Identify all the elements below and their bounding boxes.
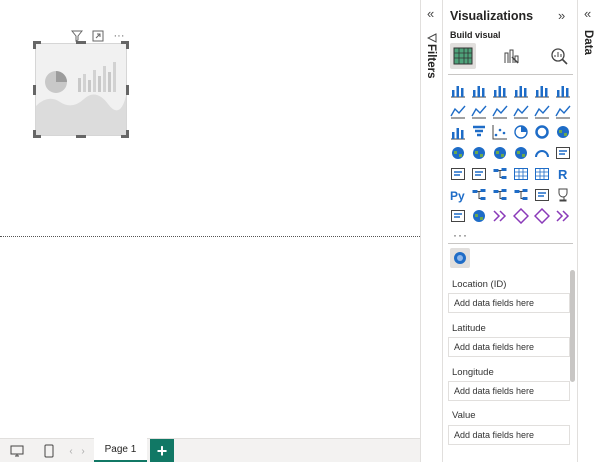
- selected-visual-icon[interactable]: [450, 248, 470, 268]
- stacked-bar-chart-icon[interactable]: [450, 82, 466, 98]
- svg-text:R: R: [558, 167, 568, 182]
- filled-map-icon[interactable]: [471, 145, 487, 161]
- power-apps-icon[interactable]: [492, 208, 508, 224]
- well-label-value: Value: [452, 410, 476, 421]
- slicer-icon[interactable]: [492, 166, 508, 182]
- more-visuals-icon[interactable]: ···: [453, 228, 468, 242]
- map-bubble-icon: [454, 252, 466, 264]
- ribbon-chart-icon[interactable]: [555, 103, 571, 119]
- card-icon[interactable]: [555, 145, 571, 161]
- stacked-area-chart-icon[interactable]: [492, 103, 508, 119]
- funnel-chart-icon[interactable]: [471, 124, 487, 140]
- build-visual-tab[interactable]: [450, 43, 476, 69]
- goals-trophy-icon[interactable]: [555, 187, 571, 203]
- format-visual-tab[interactable]: [498, 43, 524, 69]
- stacked-column-chart-icon[interactable]: [471, 82, 487, 98]
- visual-placeholder-graphic: [36, 62, 126, 135]
- svg-text:Py: Py: [450, 189, 465, 203]
- map-visual-placeholder[interactable]: [33, 41, 129, 138]
- page-boundary: [0, 236, 420, 237]
- paintbrush-chart-icon: [504, 49, 519, 64]
- add-page-button[interactable]: +: [150, 439, 174, 462]
- matrix-icon[interactable]: [534, 166, 550, 182]
- 100-stacked-column-chart-icon[interactable]: [555, 82, 571, 98]
- next-page-icon[interactable]: ›: [74, 442, 92, 460]
- pane-mode-tabs: [450, 43, 570, 69]
- shape-map-icon[interactable]: [492, 145, 508, 161]
- 100-stacked-bar-chart-icon[interactable]: [534, 82, 550, 98]
- treemap-icon[interactable]: [555, 124, 571, 140]
- page-navigation-bar: ‹ › Page 1 +: [0, 438, 420, 462]
- report-canvas[interactable]: ···: [0, 0, 420, 438]
- smart-narrative-icon[interactable]: [534, 187, 550, 203]
- qa-visual-icon[interactable]: [513, 187, 529, 203]
- well-label-longitude: Longitude: [452, 367, 494, 378]
- map-icon[interactable]: [450, 145, 466, 161]
- mobile-layout-icon[interactable]: [40, 442, 58, 460]
- pie-chart-icon[interactable]: [513, 124, 529, 140]
- filters-pane[interactable]: « Filters: [420, 0, 443, 462]
- decomposition-tree-icon[interactable]: [492, 187, 508, 203]
- area-chart-icon[interactable]: [471, 103, 487, 119]
- well-dropzone-location[interactable]: Add data fields here: [448, 293, 570, 313]
- well-label-latitude: Latitude: [452, 323, 486, 334]
- fields-grid-icon: [453, 47, 473, 65]
- data-title: Data: [582, 30, 594, 55]
- desktop-layout-icon[interactable]: [8, 442, 26, 460]
- visualizations-pane: Visualizations » Build visual R Py ··· L…: [444, 0, 578, 462]
- well-label-location: Location (ID): [452, 279, 507, 290]
- waterfall-chart-icon[interactable]: [450, 124, 466, 140]
- tab-page-1[interactable]: Page 1: [94, 438, 147, 462]
- well-dropzone-latitude[interactable]: Add data fields here: [448, 337, 570, 357]
- line-stacked-column-icon[interactable]: [534, 103, 550, 119]
- line-chart-icon[interactable]: [450, 103, 466, 119]
- arcgis-map-icon[interactable]: [471, 208, 487, 224]
- power-automate-icon[interactable]: [513, 208, 529, 224]
- line-clustered-column-icon[interactable]: [513, 103, 529, 119]
- r-script-visual-icon[interactable]: R: [555, 166, 571, 182]
- python-visual-icon[interactable]: Py: [450, 187, 466, 203]
- diamond-visual-icon[interactable]: [534, 208, 550, 224]
- paginated-report-icon[interactable]: [450, 208, 466, 224]
- chevron-visual-icon[interactable]: [555, 208, 571, 224]
- analytics-tab[interactable]: [546, 43, 572, 69]
- focus-mode-icon[interactable]: [91, 29, 105, 43]
- visualizations-title: Visualizations: [450, 9, 534, 23]
- filters-title: Filters: [425, 44, 437, 79]
- clustered-bar-chart-icon[interactable]: [492, 82, 508, 98]
- app-window: ··· ‹ › Page 1 + « Filters Visualization…: [0, 0, 600, 462]
- expand-data-icon[interactable]: «: [584, 6, 591, 21]
- clustered-column-chart-icon[interactable]: [513, 82, 529, 98]
- multi-row-card-icon[interactable]: [450, 166, 466, 182]
- donut-chart-icon[interactable]: [534, 124, 550, 140]
- scatter-chart-icon[interactable]: [492, 124, 508, 140]
- key-influencers-icon[interactable]: [471, 187, 487, 203]
- table-icon[interactable]: [513, 166, 529, 182]
- gauge-icon[interactable]: [534, 145, 550, 161]
- expand-filters-icon[interactable]: «: [427, 6, 434, 21]
- pane-divider: [448, 74, 573, 75]
- well-dropzone-longitude[interactable]: Add data fields here: [448, 381, 570, 401]
- kpi-icon[interactable]: [471, 166, 487, 182]
- pane-scrollbar[interactable]: [570, 270, 575, 382]
- pane-divider: [448, 243, 573, 244]
- data-pane[interactable]: « Data: [578, 0, 600, 462]
- magnifier-chart-icon: [551, 48, 568, 65]
- azure-map-icon[interactable]: [513, 145, 529, 161]
- well-dropzone-value[interactable]: Add data fields here: [448, 425, 570, 445]
- collapse-visualizations-icon[interactable]: »: [558, 8, 565, 23]
- build-visual-label: Build visual: [450, 30, 501, 40]
